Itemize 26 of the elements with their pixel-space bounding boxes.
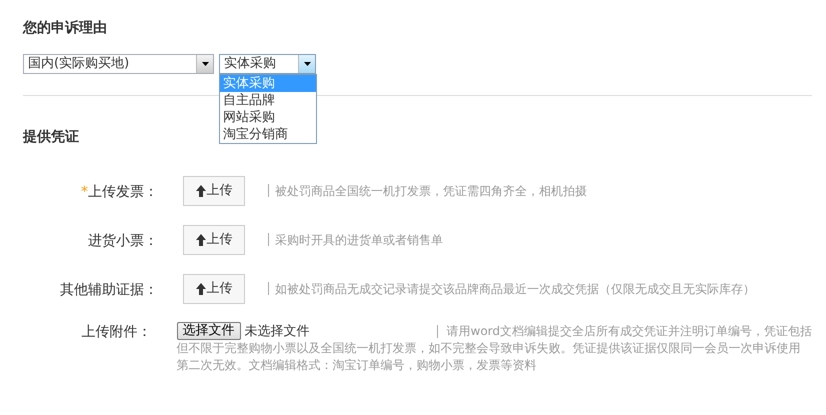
hint-text: 请用word文档编辑提交全店所有成交凭证并注明订单编号，凭证包括 bbox=[446, 322, 812, 340]
upload-arrow-icon bbox=[196, 283, 206, 295]
region-select[interactable]: 国内(实际购买地) bbox=[23, 54, 214, 74]
hint-text: 但不限于完整购物小票以及全国统一机打发票，如不完整会导致申诉失败。凭证提供该证据仅限同一会员一次申诉使用 bbox=[176, 340, 800, 357]
hint-text: 采购时开具的进货单或者销售单 bbox=[275, 233, 443, 247]
section-title: 您的申诉理由 bbox=[23, 19, 107, 38]
file-status: 未选择文件 bbox=[244, 322, 310, 340]
dropdown-option[interactable]: 淘宝分销商 bbox=[220, 126, 316, 143]
upload-button[interactable]: 上传 bbox=[183, 176, 245, 206]
hint-text: 被处罚商品全国统一机打发票，凭证需四角齐全，相机拍摄 bbox=[275, 184, 587, 198]
upload-arrow-icon bbox=[196, 234, 206, 246]
choose-file-button[interactable]: 选择文件 bbox=[176, 322, 240, 340]
section-title: 提供凭证 bbox=[23, 128, 79, 147]
hint-text: 第二次无效。文档编辑格式：淘宝订单编号，购物小票，发票等资料 bbox=[176, 357, 536, 374]
caret-icon bbox=[202, 62, 208, 66]
field-label: *上传发票： bbox=[81, 184, 158, 200]
dropdown-option[interactable]: 自主品牌 bbox=[220, 92, 316, 109]
upload-button[interactable]: 上传 bbox=[183, 274, 245, 304]
upload-button[interactable]: 上传 bbox=[183, 225, 245, 255]
hint-text: 如被处罚商品无成交记录请提交该品牌商品最近一次成交凭据（仅限无成交且无实际库存） bbox=[275, 282, 755, 296]
dropdown-option[interactable]: 网站采购 bbox=[220, 109, 316, 126]
field-label: 进货小票： bbox=[88, 233, 158, 249]
field-label: 其他辅助证据： bbox=[60, 282, 158, 298]
upload-arrow-icon bbox=[196, 185, 206, 197]
caret-icon bbox=[304, 62, 310, 66]
field-label: 上传附件： bbox=[82, 324, 152, 340]
